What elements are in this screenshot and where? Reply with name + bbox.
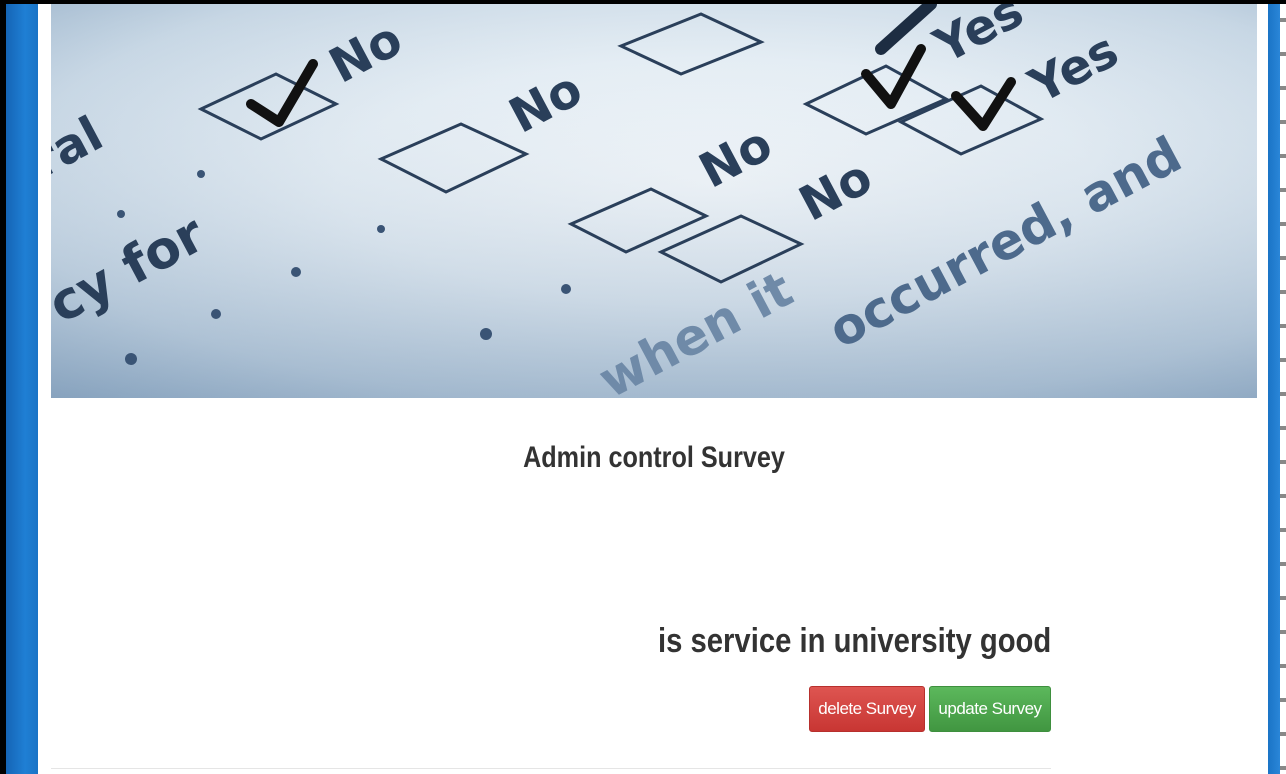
right-page-border <box>1268 4 1280 774</box>
window-frame: ral No No No No Yes Yes cy for occurred,… <box>0 0 1286 774</box>
right-edge-scrollbar[interactable] <box>1280 4 1286 774</box>
survey-actions: delete Survey update Survey <box>809 686 1051 732</box>
delete-survey-button[interactable]: delete Survey <box>809 686 925 732</box>
survey-question: is service in university good <box>657 622 1051 660</box>
update-survey-button[interactable]: update Survey <box>929 686 1051 732</box>
hero-survey-image: ral No No No No Yes Yes cy for occurred,… <box>51 4 1257 398</box>
main-content: ral No No No No Yes Yes cy for occurred,… <box>38 4 1268 774</box>
page-title: Admin control Survey <box>523 441 785 474</box>
left-page-border <box>6 4 38 774</box>
divider <box>51 768 1051 769</box>
